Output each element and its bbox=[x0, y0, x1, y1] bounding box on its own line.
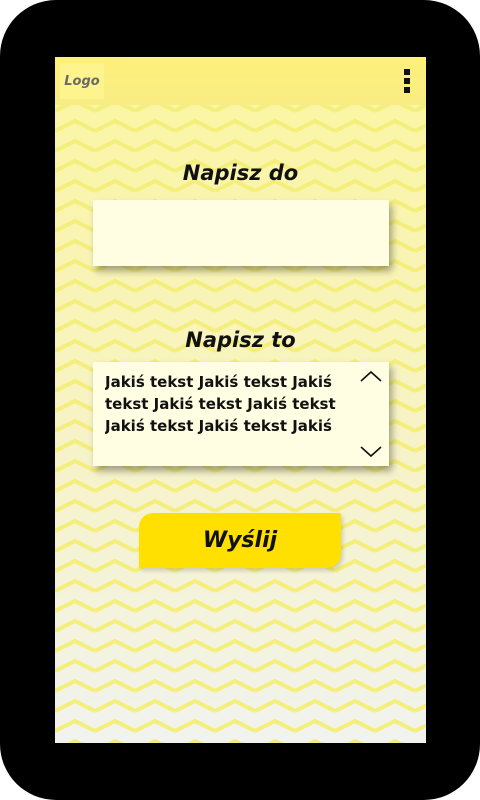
chevron-up-icon[interactable] bbox=[360, 370, 382, 382]
more-vertical-icon[interactable] bbox=[403, 69, 411, 93]
message-text[interactable]: Jakiś tekst Jakiś tekst Jakiś tekst Jaki… bbox=[105, 371, 355, 443]
device-frame: Logo Napisz do Napisz to Jakiś tekst Jak… bbox=[0, 0, 480, 800]
app-screen: Logo Napisz do Napisz to Jakiś tekst Jak… bbox=[55, 57, 426, 743]
chevron-down-icon[interactable] bbox=[360, 446, 382, 458]
menu-dot bbox=[404, 87, 410, 93]
app-bar: Logo bbox=[55, 57, 426, 105]
menu-dot bbox=[404, 78, 410, 84]
menu-dot bbox=[404, 69, 410, 75]
recipient-label: Napisz do bbox=[182, 161, 299, 185]
message-textarea[interactable]: Jakiś tekst Jakiś tekst Jakiś tekst Jaki… bbox=[93, 362, 389, 466]
send-button[interactable]: Wyślij bbox=[139, 513, 341, 568]
recipient-input[interactable] bbox=[93, 200, 389, 266]
message-label: Napisz to bbox=[185, 328, 296, 352]
logo[interactable]: Logo bbox=[60, 63, 104, 99]
